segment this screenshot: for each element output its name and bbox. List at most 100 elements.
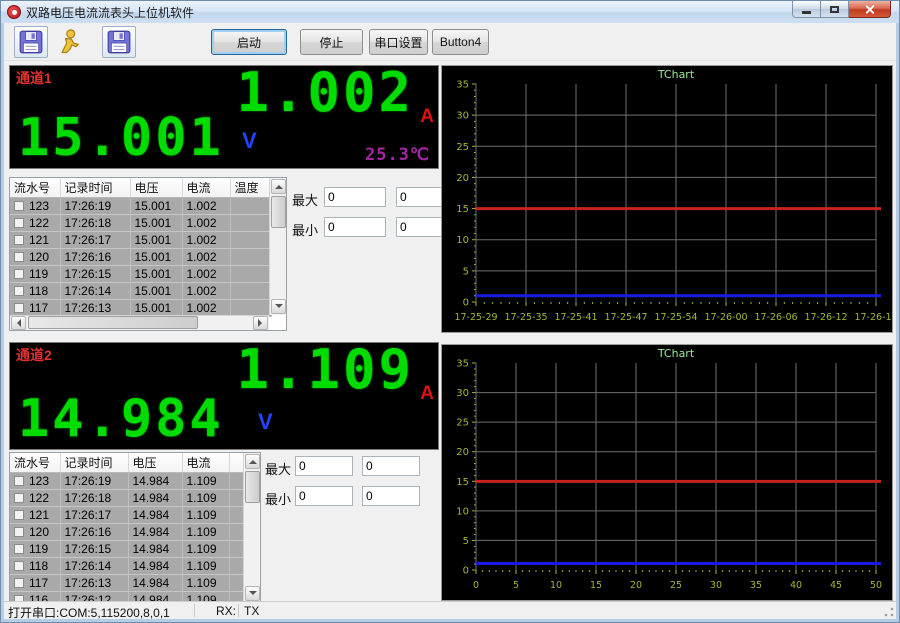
svg-text:25: 25 [670, 580, 682, 591]
row-cell [230, 231, 271, 248]
table-row[interactable]: 12317:26:1914.9841.109 [10, 472, 245, 489]
row-cell: 1.002 [182, 214, 230, 231]
table-row[interactable]: 12217:26:1815.0011.002 [10, 214, 271, 231]
channel1-max-field-1[interactable] [324, 187, 386, 207]
svg-text:17-26-06: 17-26-06 [754, 312, 797, 323]
titlebar[interactable]: 双路电压电流流表头上位机软件 [1, 1, 899, 23]
table-row[interactable]: 12217:26:1814.9841.109 [10, 489, 245, 506]
row-checkbox[interactable] [14, 218, 24, 228]
horizontal-scrollbar[interactable] [10, 315, 269, 330]
row-checkbox[interactable] [14, 544, 24, 554]
row-checkbox[interactable] [14, 578, 24, 588]
row-cell: 17:26:17 [60, 506, 128, 523]
row-cell: 1.002 [182, 265, 230, 282]
channel1-min-field-1[interactable] [324, 217, 386, 237]
column-header[interactable]: 电流 [182, 453, 229, 472]
scrollbar-thumb[interactable] [271, 196, 286, 228]
table-row[interactable]: 11917:26:1515.0011.002 [10, 265, 271, 282]
svg-text:17-25-35: 17-25-35 [504, 312, 547, 323]
save-button-2[interactable] [102, 26, 136, 58]
row-cell: 17:26:16 [60, 248, 130, 265]
scroll-left-button[interactable] [11, 316, 26, 330]
scroll-right-button[interactable] [253, 316, 268, 330]
table-row[interactable]: 12017:26:1615.0011.002 [10, 248, 271, 265]
channel2-table[interactable]: 流水号记录时间电压电流12317:26:1914.9841.10912217:2… [9, 452, 261, 603]
row-checkbox[interactable] [14, 527, 24, 537]
svg-text:15: 15 [590, 580, 602, 591]
row-cell: 15.001 [130, 214, 182, 231]
vertical-scrollbar[interactable] [269, 178, 286, 315]
row-cell: 15.001 [130, 265, 182, 282]
row-cell: 14.984 [128, 472, 182, 489]
vertical-scrollbar[interactable] [243, 453, 260, 602]
row-cell: 17:26:13 [60, 574, 128, 591]
svg-text:25: 25 [456, 142, 469, 153]
button4[interactable]: Button4 [432, 29, 489, 55]
table-row[interactable]: 11717:26:1315.0011.002 [10, 299, 271, 316]
table-row[interactable]: 12017:26:1614.9841.109 [10, 523, 245, 540]
close-icon [864, 4, 875, 15]
svg-text:17-26-18: 17-26-18 [854, 312, 892, 323]
channel2-max-field-2[interactable] [362, 456, 420, 476]
scroll-down-button[interactable] [245, 586, 260, 601]
table-row[interactable]: 11717:26:1314.9841.109 [10, 574, 245, 591]
channel1-table[interactable]: 流水号记录时间电压电流温度12317:26:1915.0011.00212217… [9, 177, 287, 331]
channel2-min-field-1[interactable] [295, 486, 353, 506]
row-checkbox[interactable] [14, 561, 24, 571]
column-header[interactable]: 电流 [182, 178, 230, 197]
row-checkbox[interactable] [14, 303, 24, 313]
serial-settings-button[interactable]: 串口设置 [369, 29, 428, 55]
channel2-voltage-unit: V [258, 409, 273, 435]
table-row[interactable]: 12317:26:1915.0011.002 [10, 197, 271, 214]
row-cell [230, 282, 271, 299]
row-checkbox[interactable] [14, 252, 24, 262]
column-header[interactable]: 记录时间 [60, 178, 130, 197]
table-row[interactable]: 11917:26:1514.9841.109 [10, 540, 245, 557]
table-row[interactable]: 12117:26:1715.0011.002 [10, 231, 271, 248]
start-button[interactable]: 启动 [211, 29, 287, 55]
scroll-up-button[interactable] [245, 454, 260, 469]
scroll-down-button[interactable] [271, 299, 286, 314]
row-checkbox[interactable] [14, 510, 24, 520]
close-button[interactable] [849, 1, 891, 18]
row-cell: 17:26:16 [60, 523, 128, 540]
table-row[interactable]: 12117:26:1714.9841.109 [10, 506, 245, 523]
svg-text:17-26-12: 17-26-12 [804, 312, 847, 323]
row-cell: 17:26:15 [60, 265, 130, 282]
svg-text:15: 15 [456, 477, 469, 488]
scrollbar-thumb[interactable] [28, 316, 198, 329]
save-icon [106, 29, 132, 55]
column-header[interactable]: 流水号 [10, 453, 60, 472]
stop-button[interactable]: 停止 [300, 29, 363, 55]
row-checkbox[interactable] [14, 201, 24, 211]
table-row[interactable]: 11817:26:1415.0011.002 [10, 282, 271, 299]
row-cell: 17:26:19 [60, 472, 128, 489]
row-cell: 17:26:19 [60, 197, 130, 214]
minimize-button[interactable] [792, 1, 821, 18]
column-header[interactable]: 记录时间 [60, 453, 128, 472]
row-checkbox[interactable] [14, 235, 24, 245]
row-checkbox[interactable] [14, 493, 24, 503]
column-header[interactable]: 温度 [230, 178, 271, 197]
toolbar: 启动 停止 串口设置 Button4 [4, 23, 896, 61]
row-cell: 17:26:14 [60, 557, 128, 574]
row-cell: 17:26:18 [60, 489, 128, 506]
run-button[interactable] [52, 26, 86, 58]
table-row[interactable]: 11817:26:1414.9841.109 [10, 557, 245, 574]
row-checkbox[interactable] [14, 476, 24, 486]
row-cell: 17:26:14 [60, 282, 130, 299]
save-button-1[interactable] [14, 26, 48, 58]
channel2-max-field-1[interactable] [295, 456, 353, 476]
column-header[interactable]: 电压 [128, 453, 182, 472]
channel2-min-field-2[interactable] [362, 486, 420, 506]
scrollbar-thumb[interactable] [245, 471, 260, 503]
column-header[interactable]: 电压 [130, 178, 182, 197]
scroll-up-button[interactable] [271, 179, 286, 194]
channel2-max-label: 最大 [265, 459, 291, 478]
row-checkbox[interactable] [14, 269, 24, 279]
resize-grip[interactable] [883, 606, 895, 618]
row-checkbox[interactable] [14, 286, 24, 296]
channel1-min-label: 最小 [292, 220, 318, 239]
column-header[interactable]: 流水号 [10, 178, 60, 197]
maximize-button[interactable] [821, 1, 849, 18]
